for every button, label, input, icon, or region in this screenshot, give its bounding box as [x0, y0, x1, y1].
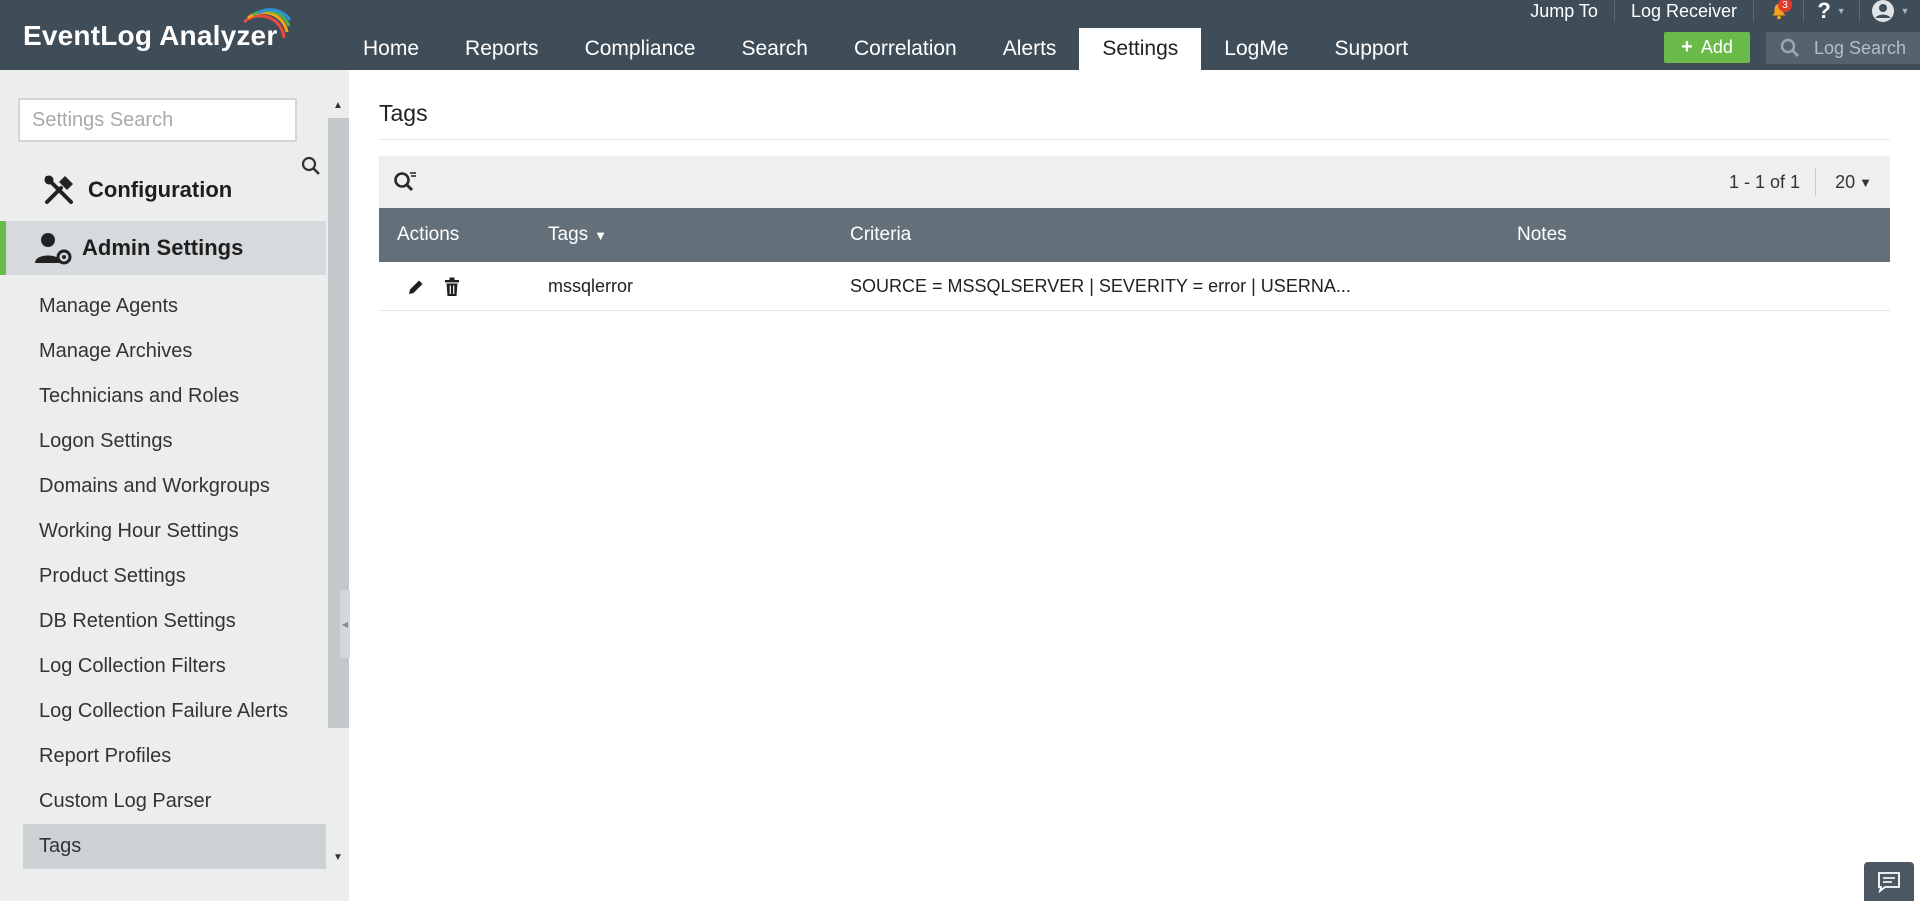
sidebar-item-domains-and-workgroups[interactable]: Domains and Workgroups: [23, 464, 326, 509]
table-toolbar: 1 - 1 of 1 20 ▼: [379, 156, 1890, 208]
tab-correlation[interactable]: Correlation: [831, 28, 980, 70]
log-search-input[interactable]: [1814, 37, 1914, 59]
configuration-section[interactable]: Configuration: [0, 163, 326, 217]
configuration-label: Configuration: [88, 177, 233, 202]
sidebar-item-logon-settings[interactable]: Logon Settings: [23, 419, 326, 464]
tab-support[interactable]: Support: [1312, 28, 1432, 70]
notification-badge: 3: [1778, 0, 1792, 12]
help-icon: ?: [1817, 0, 1831, 23]
sidebar-item-working-hour-settings[interactable]: Working Hour Settings: [23, 509, 326, 554]
sidebar-item-technicians-and-roles[interactable]: Technicians and Roles: [23, 374, 326, 419]
search-icon: [1780, 38, 1800, 58]
pagination-divider: [1815, 168, 1816, 196]
logo-arc-icon: [242, 8, 292, 39]
edit-icon[interactable]: [407, 278, 425, 296]
tab-logme[interactable]: LogMe: [1201, 28, 1311, 70]
column-header-tags[interactable]: Tags ▼: [548, 208, 607, 262]
sidebar-item-custom-log-parser[interactable]: Custom Log Parser: [23, 779, 326, 824]
sidebar-item-manage-agents[interactable]: Manage Agents: [23, 284, 326, 329]
column-header-criteria: Criteria: [850, 224, 912, 245]
sidebar-item-product-settings[interactable]: Product Settings: [23, 554, 326, 599]
notifications-button[interactable]: 3: [1754, 0, 1804, 22]
tab-home[interactable]: Home: [340, 28, 442, 70]
sidebar-item-manage-archives[interactable]: Manage Archives: [23, 329, 326, 374]
main-nav: Home Reports Compliance Search Correlati…: [340, 28, 1431, 70]
settings-sidebar: Configuration Admin Settings Manage Agen…: [0, 70, 350, 901]
admin-settings-section[interactable]: Admin Settings: [0, 221, 326, 275]
row-tag-name: mssqlerror: [548, 276, 634, 296]
delete-icon[interactable]: [443, 277, 461, 297]
table-search-icon[interactable]: [393, 171, 417, 193]
admin-settings-menu: Manage Agents Manage Archives Technician…: [23, 284, 326, 869]
user-menu-button[interactable]: ▼: [1860, 0, 1920, 22]
log-search-box: [1766, 32, 1920, 64]
settings-search-input[interactable]: [18, 98, 297, 142]
sidebar-collapse-handle[interactable]: ◀: [340, 590, 350, 658]
log-receiver-link[interactable]: Log Receiver: [1615, 0, 1754, 22]
sidebar-item-log-collection-failure-alerts[interactable]: Log Collection Failure Alerts: [23, 689, 326, 734]
scroll-down-arrow-icon[interactable]: ▼: [333, 852, 343, 863]
chevron-down-icon: ▼: [1900, 6, 1910, 16]
chevron-down-icon: ▼: [1836, 6, 1846, 16]
table-header: Actions Tags ▼ Criteria Notes: [379, 208, 1890, 262]
sidebar-item-report-profiles[interactable]: Report Profiles: [23, 734, 326, 779]
table-row: mssqlerror SOURCE = MSSQLSERVER | SEVERI…: [379, 262, 1890, 311]
configuration-icon: [40, 173, 78, 207]
pagination-range: 1 - 1 of 1: [1728, 171, 1800, 192]
page-size-select[interactable]: 20 ▼: [1835, 156, 1872, 208]
chevron-down-icon: ▼: [1859, 174, 1872, 190]
sort-down-icon: ▼: [594, 227, 608, 243]
top-links: Jump To Log Receiver 3 ? ▼ ▼: [1514, 0, 1920, 23]
chat-icon: [1878, 871, 1900, 893]
sidebar-item-log-collection-filters[interactable]: Log Collection Filters: [23, 644, 326, 689]
tab-alerts[interactable]: Alerts: [980, 28, 1080, 70]
tab-search[interactable]: Search: [718, 28, 831, 70]
page-title: Tags: [379, 100, 428, 126]
sidebar-item-db-retention-settings[interactable]: DB Retention Settings: [23, 599, 326, 644]
row-criteria: SOURCE = MSSQLSERVER | SEVERITY = error …: [850, 276, 1351, 296]
sidebar-item-tags[interactable]: Tags: [23, 824, 326, 869]
column-header-tags-label: Tags: [548, 224, 589, 245]
add-button-label: Add: [1700, 37, 1733, 57]
jump-to-link[interactable]: Jump To: [1514, 0, 1615, 22]
column-header-actions: Actions: [397, 224, 460, 245]
tab-settings[interactable]: Settings: [1079, 28, 1202, 70]
tab-compliance[interactable]: Compliance: [562, 28, 719, 70]
help-button[interactable]: ? ▼: [1804, 0, 1860, 23]
page-size-value: 20: [1835, 171, 1856, 192]
plus-icon: +: [1681, 36, 1693, 58]
admin-settings-label: Admin Settings: [82, 235, 244, 260]
chat-button[interactable]: [1864, 862, 1914, 901]
add-button[interactable]: + Add: [1664, 32, 1750, 63]
title-divider: [379, 139, 1890, 140]
row-actions: [407, 262, 461, 311]
user-icon: [1871, 0, 1894, 22]
scroll-up-arrow-icon[interactable]: ▲: [333, 100, 343, 111]
top-header: EventLog Analyzer Home Reports Complianc…: [0, 0, 1920, 70]
tab-reports[interactable]: Reports: [442, 28, 562, 70]
column-header-notes: Notes: [1517, 224, 1567, 245]
admin-settings-icon: [34, 231, 72, 265]
